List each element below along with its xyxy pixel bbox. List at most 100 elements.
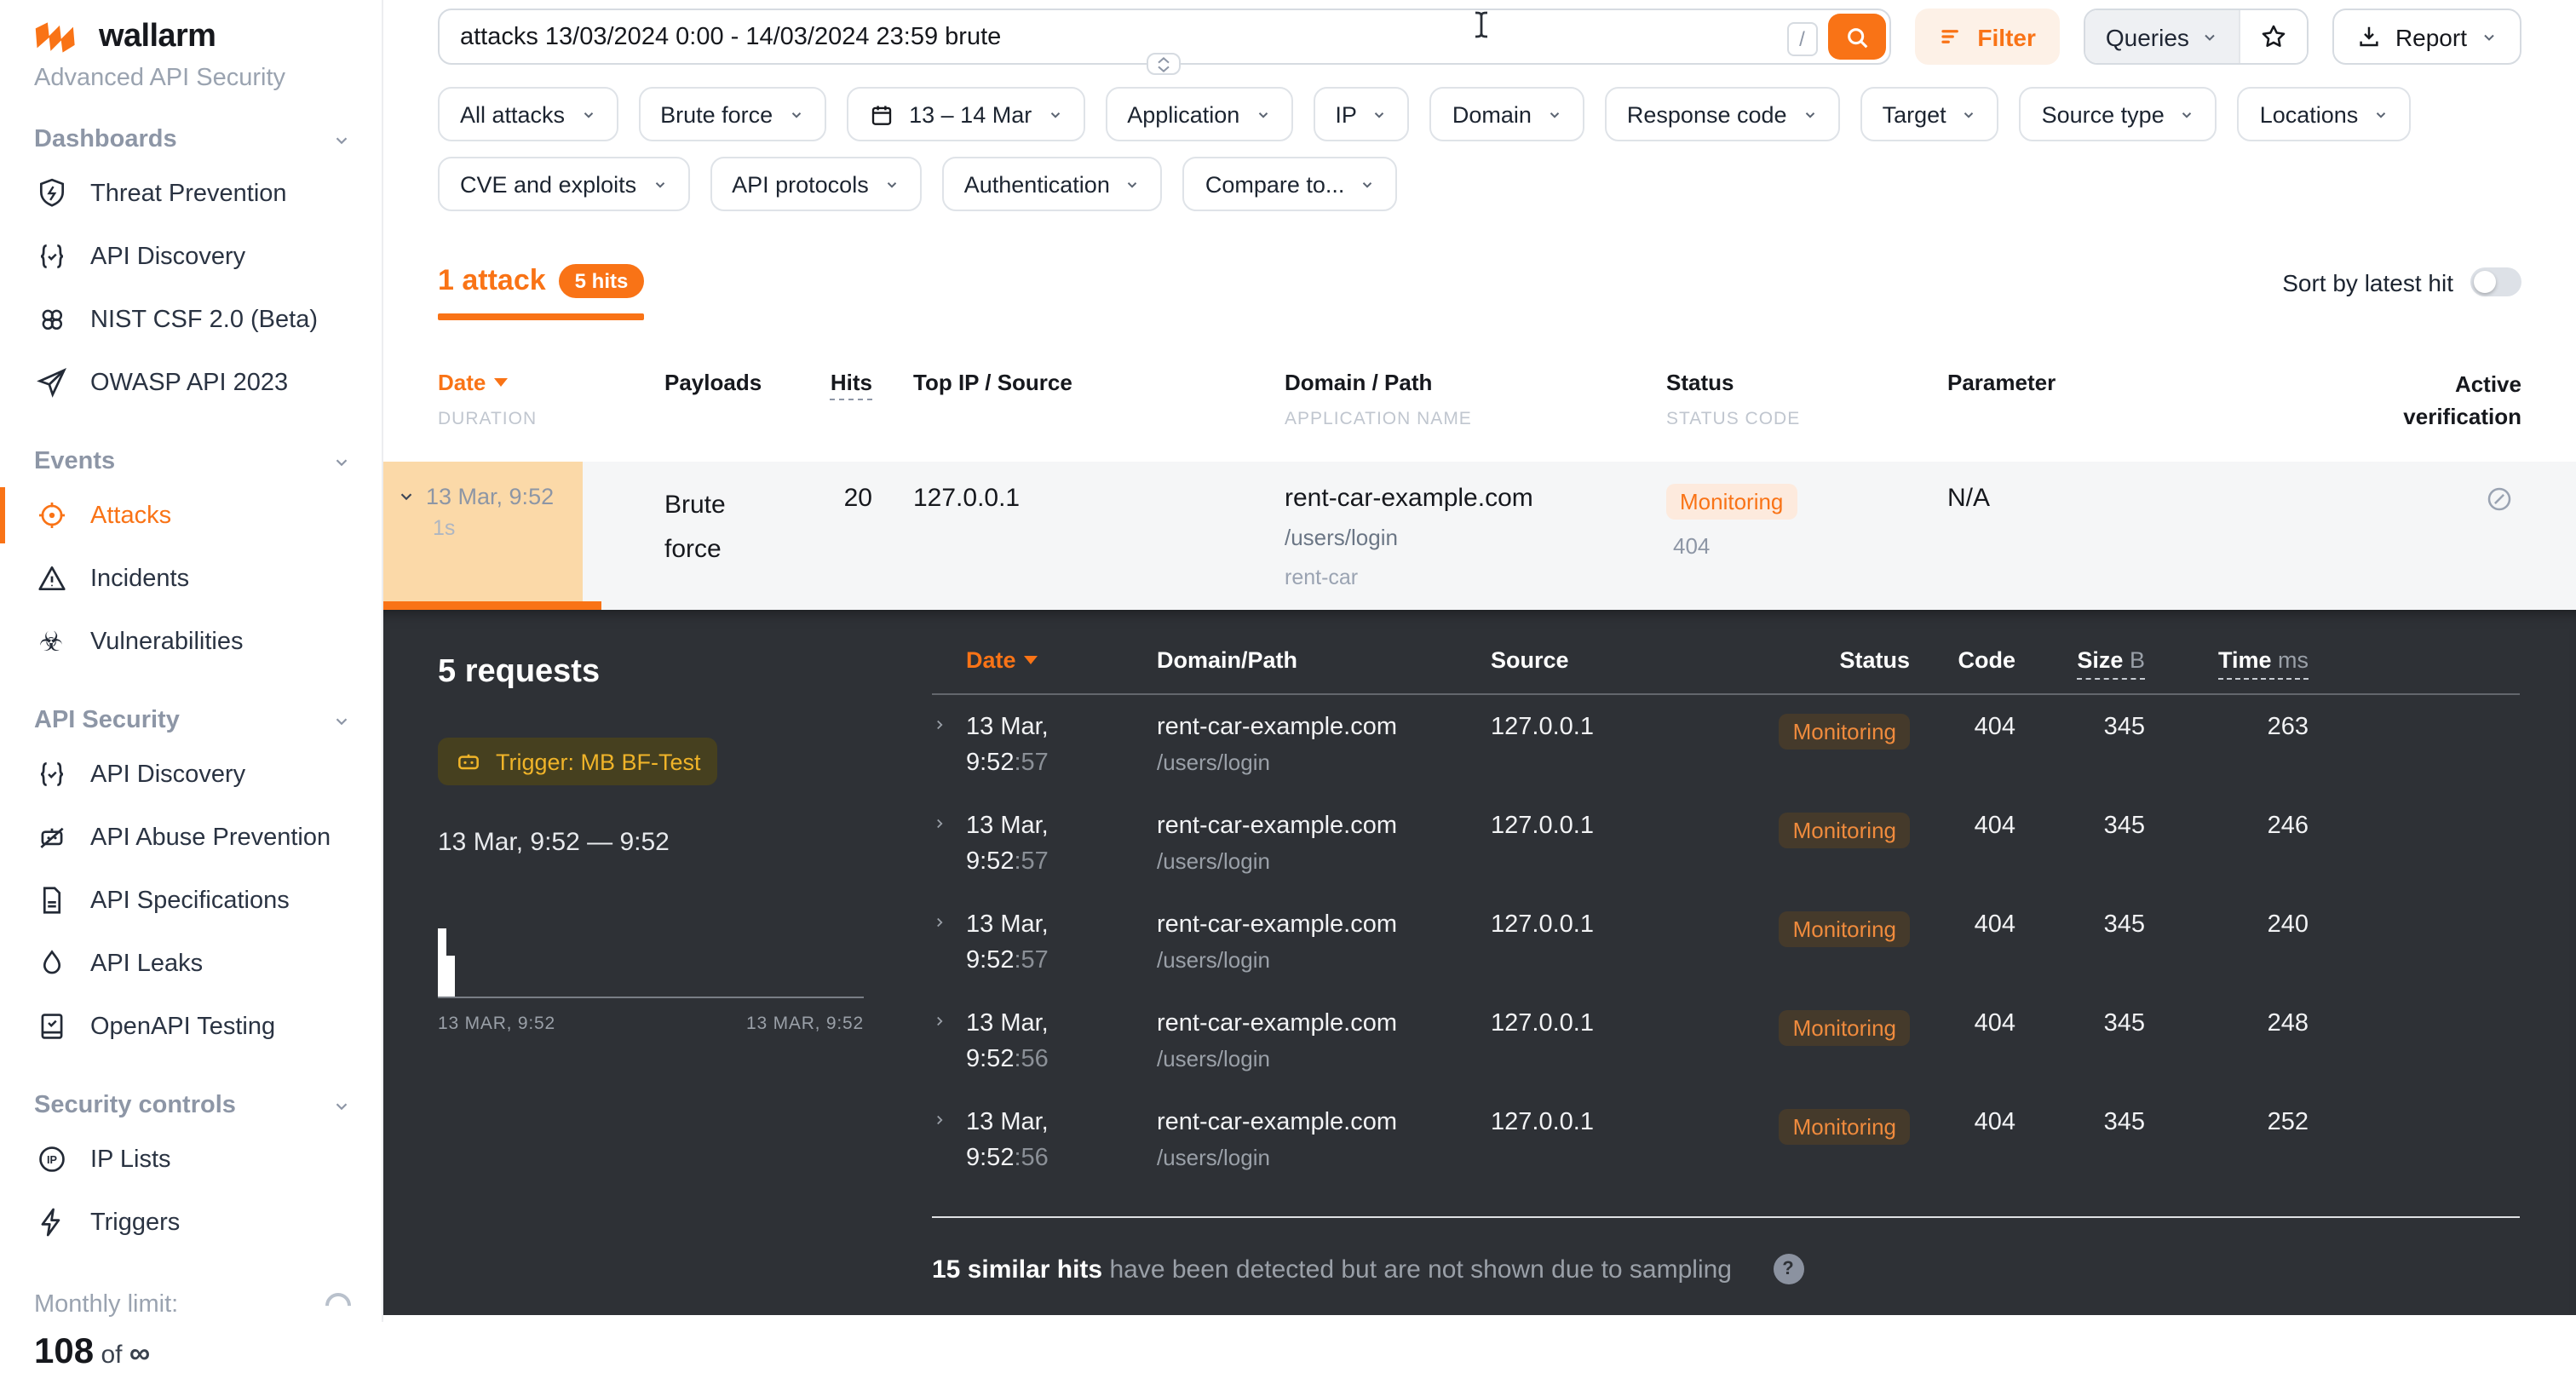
tab-attacks-results[interactable]: 1 attack 5 hits bbox=[438, 264, 643, 320]
chevron-down-icon bbox=[2180, 106, 2195, 122]
request-row[interactable]: 13 Mar,9:52:56 rent-car-example.com/user… bbox=[932, 991, 2520, 1090]
sidebar-section-events: Events Attacks Incidents ☣ Vulnerabiliti… bbox=[0, 439, 382, 673]
column-header-top-ip[interactable]: Top IP / Source bbox=[872, 370, 1244, 462]
request-row[interactable]: 13 Mar,9:52:56 rent-car-example.com/user… bbox=[932, 1090, 2520, 1189]
chevron-down-icon bbox=[332, 452, 351, 471]
chart-bar bbox=[446, 956, 455, 997]
chip-date-range[interactable]: 13 – 14 Mar bbox=[846, 87, 1084, 141]
sidebar-section-header-events[interactable]: Events bbox=[0, 439, 382, 484]
chip-locations[interactable]: Locations bbox=[2238, 87, 2412, 141]
chip-compare-to[interactable]: Compare to... bbox=[1183, 157, 1398, 211]
req-column-date[interactable]: Date bbox=[966, 647, 1157, 673]
attack-domain[interactable]: rent-car-example.com bbox=[1285, 484, 1625, 513]
sidebar-item-api-specifications[interactable]: API Specifications bbox=[0, 869, 382, 932]
sidebar-section-header-api-security[interactable]: API Security bbox=[0, 698, 382, 743]
toggle-knob bbox=[2474, 271, 2496, 293]
column-subheader-status-code: STATUS CODE bbox=[1666, 409, 1906, 429]
column-header-status[interactable]: Status STATUS CODE bbox=[1625, 370, 1906, 462]
circle-slash-icon bbox=[2484, 492, 2515, 521]
column-header-date[interactable]: Date DURATION bbox=[383, 370, 583, 462]
sidebar-section-header-security-controls[interactable]: Security controls bbox=[0, 1083, 382, 1128]
attack-row[interactable]: 13 Mar, 9:52 1s Brute force 20 127.0.0.1… bbox=[383, 462, 2576, 610]
chip-authentication[interactable]: Authentication bbox=[942, 157, 1163, 211]
sidebar-item-api-leaks[interactable]: API Leaks bbox=[0, 932, 382, 995]
chip-source-type[interactable]: Source type bbox=[2020, 87, 2217, 141]
sidebar-item-ip-lists[interactable]: IP IP Lists bbox=[0, 1128, 382, 1191]
sort-toggle[interactable] bbox=[2470, 267, 2521, 296]
req-column-domain-path[interactable]: Domain/Path bbox=[1157, 647, 1491, 673]
chevron-down-icon bbox=[884, 176, 900, 192]
sort-desc-icon bbox=[1025, 656, 1038, 664]
chip-cve-exploits[interactable]: CVE and exploits bbox=[438, 157, 689, 211]
sidebar-item-nist-csf[interactable]: NIST CSF 2.0 (Beta) bbox=[0, 288, 382, 351]
req-column-code[interactable]: Code bbox=[1910, 647, 2015, 673]
filter-button[interactable]: Filter bbox=[1914, 9, 2059, 65]
chevron-down-icon bbox=[1372, 106, 1388, 122]
target-icon bbox=[34, 498, 68, 532]
sidebar-item-openapi-testing[interactable]: OpenAPI Testing bbox=[0, 995, 382, 1058]
chevron-right-icon[interactable] bbox=[932, 813, 966, 893]
chevron-right-icon[interactable] bbox=[932, 714, 966, 794]
request-row[interactable]: 13 Mar,9:52:57 rent-car-example.com/user… bbox=[932, 794, 2520, 893]
chip-application[interactable]: Application bbox=[1105, 87, 1292, 141]
attack-count: 1 attack bbox=[438, 264, 546, 298]
main-content: attacks 13/03/2024 0:00 - 14/03/2024 23:… bbox=[383, 0, 2576, 1322]
chevron-right-icon[interactable] bbox=[932, 911, 966, 991]
chevron-right-icon[interactable] bbox=[932, 1109, 966, 1189]
report-button[interactable]: Report bbox=[2332, 9, 2521, 65]
sidebar-item-incidents[interactable]: Incidents bbox=[0, 547, 382, 610]
search-input[interactable]: attacks 13/03/2024 0:00 - 14/03/2024 23:… bbox=[438, 9, 1890, 65]
wallarm-console: wallarm Advanced API Security Dashboards… bbox=[0, 0, 2576, 1322]
chip-response-code[interactable]: Response code bbox=[1605, 87, 1840, 141]
req-column-time[interactable]: Time ms bbox=[2145, 647, 2309, 673]
column-header-active-verification[interactable]: Active verification bbox=[2247, 370, 2521, 462]
chevron-down-icon bbox=[1047, 106, 1062, 122]
chip-api-protocols[interactable]: API protocols bbox=[710, 157, 922, 211]
req-column-status[interactable]: Status bbox=[1777, 647, 1910, 673]
trigger-chip[interactable]: Trigger: MB BF-Test bbox=[438, 738, 718, 785]
chevron-down-icon bbox=[1125, 176, 1141, 192]
chevron-down-icon bbox=[2201, 28, 2218, 45]
column-header-domain-path[interactable]: Domain / Path APPLICATION NAME bbox=[1244, 370, 1625, 462]
hits-badge: 5 hits bbox=[560, 264, 644, 298]
request-row[interactable]: 13 Mar,9:52:57 rent-car-example.com/user… bbox=[932, 695, 2520, 794]
favorite-star-button[interactable] bbox=[2239, 10, 2307, 63]
column-header-hits[interactable]: Hits bbox=[787, 370, 872, 462]
sidebar-item-api-discovery-2[interactable]: API Discovery bbox=[0, 743, 382, 806]
search-button[interactable] bbox=[1827, 14, 1885, 60]
attack-path[interactable]: /users/login bbox=[1285, 525, 1625, 550]
droplet-icon bbox=[34, 946, 68, 980]
chevron-right-icon[interactable] bbox=[932, 1010, 966, 1090]
sidebar-item-attacks[interactable]: Attacks bbox=[0, 484, 382, 547]
req-column-size[interactable]: Size B bbox=[2015, 647, 2145, 673]
help-question-icon[interactable]: ? bbox=[1773, 1254, 1803, 1284]
query-expand-toggle[interactable] bbox=[1147, 53, 1182, 75]
chip-brute-force[interactable]: Brute force bbox=[638, 87, 825, 141]
sidebar-item-owasp-api[interactable]: OWASP API 2023 bbox=[0, 351, 382, 414]
chip-target[interactable]: Target bbox=[1860, 87, 1999, 141]
wallarm-logo-icon bbox=[34, 22, 85, 53]
request-row[interactable]: 13 Mar,9:52:57 rent-car-example.com/user… bbox=[932, 893, 2520, 991]
sidebar-item-api-discovery[interactable]: API Discovery bbox=[0, 225, 382, 288]
status-badge: Monitoring bbox=[1780, 1109, 1910, 1145]
sidebar-section-header-dashboards[interactable]: Dashboards bbox=[0, 118, 382, 162]
sidebar-item-threat-prevention[interactable]: Threat Prevention bbox=[0, 162, 382, 225]
attack-top-ip[interactable]: 127.0.0.1 bbox=[872, 462, 1244, 610]
req-column-source[interactable]: Source bbox=[1491, 647, 1777, 673]
attack-date-cell[interactable]: 13 Mar, 9:52 1s bbox=[383, 462, 583, 610]
chip-all-attacks[interactable]: All attacks bbox=[438, 87, 618, 141]
queries-dropdown[interactable]: Queries bbox=[2085, 10, 2239, 63]
brand-logo[interactable]: wallarm bbox=[0, 17, 382, 58]
chip-domain[interactable]: Domain bbox=[1430, 87, 1584, 141]
requests-table-footer-divider bbox=[932, 1216, 2520, 1218]
chart-x-end-label: 13 MAR, 9:52 bbox=[746, 1014, 864, 1034]
column-header-parameter[interactable]: Parameter bbox=[1906, 370, 2247, 462]
chevron-down-icon bbox=[332, 1096, 351, 1115]
chip-ip[interactable]: IP bbox=[1313, 87, 1410, 141]
sidebar-item-triggers[interactable]: Triggers bbox=[0, 1191, 382, 1254]
attack-active-verification-cell[interactable] bbox=[2247, 462, 2521, 610]
column-subheader-application-name: APPLICATION NAME bbox=[1285, 409, 1625, 429]
sidebar-item-api-abuse-prevention[interactable]: API Abuse Prevention bbox=[0, 806, 382, 869]
column-header-payloads[interactable]: Payloads bbox=[583, 370, 787, 462]
sidebar-item-vulnerabilities[interactable]: ☣ Vulnerabilities bbox=[0, 610, 382, 673]
